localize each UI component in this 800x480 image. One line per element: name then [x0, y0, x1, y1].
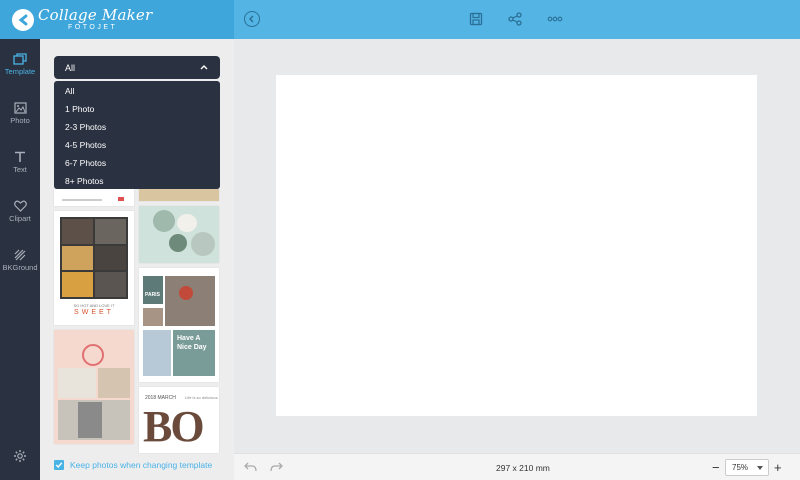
filter-option-4-5-photos[interactable]: 4-5 Photos	[54, 136, 220, 154]
template-title-line-2: Nice Day	[177, 344, 207, 351]
template-thumbnail[interactable]	[54, 189, 134, 206]
gear-icon[interactable]	[13, 449, 27, 463]
redo-icon[interactable]	[270, 462, 283, 472]
template-thumbnail[interactable]	[54, 330, 134, 444]
photo-icon	[13, 102, 27, 114]
rail-item-clipart[interactable]: Clipart	[0, 200, 40, 240]
template-caption: PARIS	[145, 292, 160, 298]
zoom-value: 75%	[732, 463, 749, 472]
zoom-in-button[interactable]: +	[774, 460, 782, 475]
save-icon[interactable]	[468, 11, 484, 27]
keep-photos-option[interactable]: Keep photos when changing template	[54, 460, 212, 470]
keep-photos-checkbox[interactable]	[54, 460, 64, 470]
share-icon[interactable]	[507, 11, 523, 27]
template-panel: All All 1 Photo 2-3 Photos 4-5 Photos 6-…	[40, 39, 234, 480]
collage-canvas[interactable]	[276, 75, 757, 416]
undo-icon[interactable]	[244, 462, 257, 472]
filter-option-8-photos[interactable]: 8+ Photos	[54, 172, 220, 190]
text-icon	[15, 151, 25, 162]
template-caption: SO HOT AND LOVE IT	[73, 303, 115, 308]
template-title-line-1: Have A	[177, 335, 201, 342]
bottom-bar: 297 x 210 mm − 75% +	[234, 453, 800, 480]
caret-down-icon	[757, 466, 763, 470]
filter-menu: All 1 Photo 2-3 Photos 4-5 Photos 6-7 Ph…	[54, 81, 220, 189]
canvas-dimensions: 297 x 210 mm	[496, 463, 550, 473]
logo[interactable]: Collage Maker FOTOJET	[0, 0, 234, 39]
filter-selected-value: All	[65, 62, 76, 73]
background-icon	[14, 249, 26, 261]
filter-option-2-3-photos[interactable]: 2-3 Photos	[54, 118, 220, 136]
filter-option-all[interactable]: All	[54, 82, 220, 100]
rail-label: Photo	[10, 116, 30, 125]
template-thumbnail-sweet[interactable]: SO HOT AND LOVE IT SWEET	[54, 211, 134, 325]
rail-item-background[interactable]: BKGround	[0, 249, 40, 289]
template-thumbnail-paris[interactable]: PARIS Have A Nice Day	[139, 268, 219, 382]
rail-item-photo[interactable]: Photo	[0, 102, 40, 142]
template-thumbnail[interactable]	[139, 206, 219, 263]
heart-icon	[13, 200, 27, 212]
rail-label: Text	[13, 165, 27, 174]
side-toolbar: Template Photo Text Clipart BKGround	[0, 39, 40, 480]
photo-count-filter[interactable]: All	[54, 56, 220, 79]
check-icon	[55, 462, 63, 469]
template-thumbnail-march[interactable]: 2018 MARCH Life is so delicious. BO	[139, 387, 219, 453]
template-title: SWEET	[74, 309, 114, 316]
filter-option-1-photo[interactable]: 1 Photo	[54, 100, 220, 118]
rail-label: Template	[4, 67, 36, 76]
top-bar: Collage Maker FOTOJET	[0, 0, 800, 39]
zoom-out-button[interactable]: −	[712, 460, 720, 475]
more-icon[interactable]	[547, 11, 563, 27]
logo-subtitle: FOTOJET	[68, 24, 118, 31]
chevron-up-icon	[200, 65, 208, 70]
filter-option-6-7-photos[interactable]: 6-7 Photos	[54, 154, 220, 172]
logo-title: Collage Maker	[38, 6, 153, 24]
template-icon	[13, 53, 27, 65]
back-icon[interactable]	[244, 11, 260, 27]
keep-photos-label: Keep photos when changing template	[70, 460, 213, 470]
template-caption-2: Life is so delicious.	[185, 395, 219, 400]
template-title: BO	[143, 402, 205, 451]
rail-label: BKGround	[2, 263, 38, 272]
rail-label: Clipart	[9, 214, 31, 223]
rail-item-text[interactable]: Text	[0, 151, 40, 191]
template-thumbnail[interactable]	[139, 189, 219, 201]
logo-icon	[12, 8, 34, 31]
zoom-select[interactable]: 75%	[725, 459, 769, 476]
rail-item-template[interactable]: Template	[0, 53, 40, 93]
